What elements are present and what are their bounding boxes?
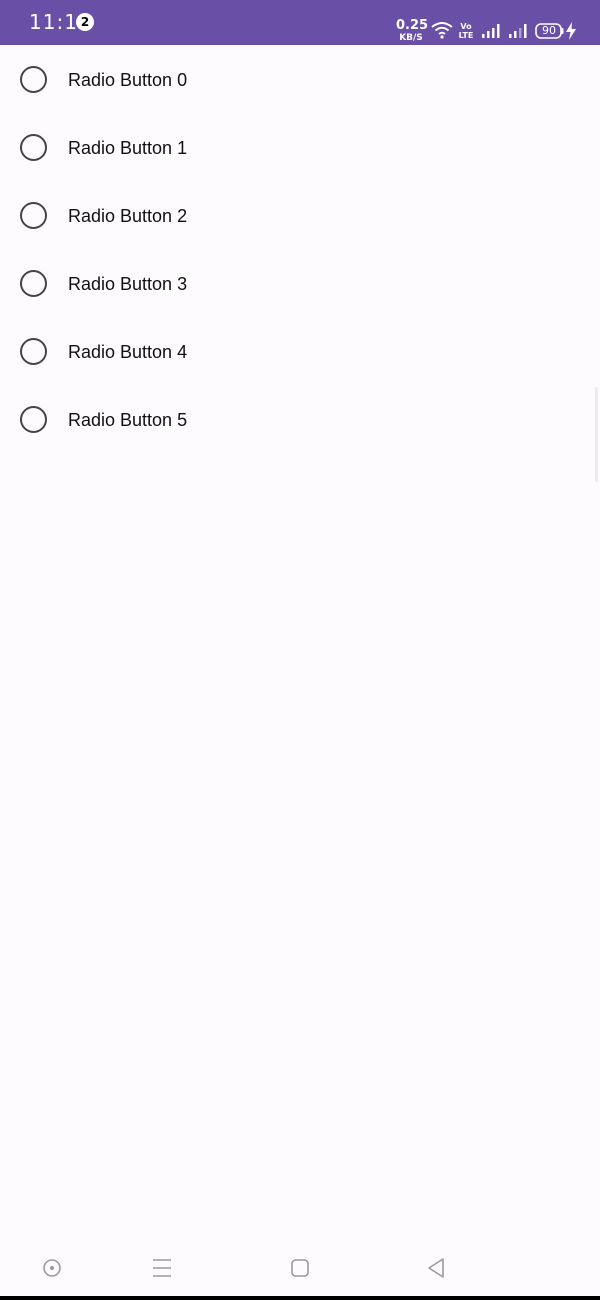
radio-unchecked-icon[interactable] (20, 66, 47, 93)
scroll-edge-indicator (595, 387, 598, 482)
signal-strength-icon-sim1 (482, 24, 500, 38)
back-icon[interactable] (422, 1254, 450, 1282)
charging-icon (566, 22, 576, 40)
network-speed-value: 0.25 (396, 18, 429, 33)
radio-option-4[interactable]: Radio Button 4 (0, 318, 600, 386)
radio-unchecked-icon[interactable] (20, 406, 47, 433)
battery-level: 90 (542, 24, 556, 37)
radio-unchecked-icon[interactable] (20, 134, 47, 161)
radio-option-5[interactable]: Radio Button 5 (0, 386, 600, 454)
system-nav-bar (0, 1240, 600, 1296)
signal-strength-icon-sim2 (509, 24, 527, 38)
app-screen: 11:13 2 0.25 KB/S Vo LTE 90 Radio Button… (0, 0, 600, 1300)
radio-unchecked-icon[interactable] (20, 338, 47, 365)
bottom-edge (0, 1296, 600, 1300)
radio-option-label[interactable]: Radio Button 2 (68, 203, 187, 229)
radio-option-label[interactable]: Radio Button 1 (68, 135, 187, 161)
radio-unchecked-icon[interactable] (20, 202, 47, 229)
radio-option-label[interactable]: Radio Button 3 (68, 271, 187, 297)
network-speed: 0.25 KB/S (396, 18, 429, 44)
wifi-icon (431, 22, 453, 39)
status-bar: 11:13 2 0.25 KB/S Vo LTE 90 (0, 0, 600, 45)
radio-unchecked-icon[interactable] (20, 270, 47, 297)
network-speed-unit: KB/S (399, 33, 423, 43)
recents-icon[interactable] (148, 1254, 176, 1282)
radio-option-2[interactable]: Radio Button 2 (0, 182, 600, 250)
radio-option-label[interactable]: Radio Button 5 (68, 407, 187, 433)
radio-option-label[interactable]: Radio Button 4 (68, 339, 187, 365)
radio-option-0[interactable]: Radio Button 0 (0, 46, 600, 114)
volte-icon: Vo LTE (459, 22, 474, 40)
notification-count-badge: 2 (76, 13, 94, 31)
svg-text:LTE: LTE (459, 31, 474, 40)
assistant-icon[interactable] (38, 1254, 66, 1282)
svg-text:Vo: Vo (460, 22, 472, 31)
home-icon[interactable] (286, 1254, 314, 1282)
radio-option-label[interactable]: Radio Button 0 (68, 67, 187, 93)
radio-option-1[interactable]: Radio Button 1 (0, 114, 600, 182)
radio-option-3[interactable]: Radio Button 3 (0, 250, 600, 318)
